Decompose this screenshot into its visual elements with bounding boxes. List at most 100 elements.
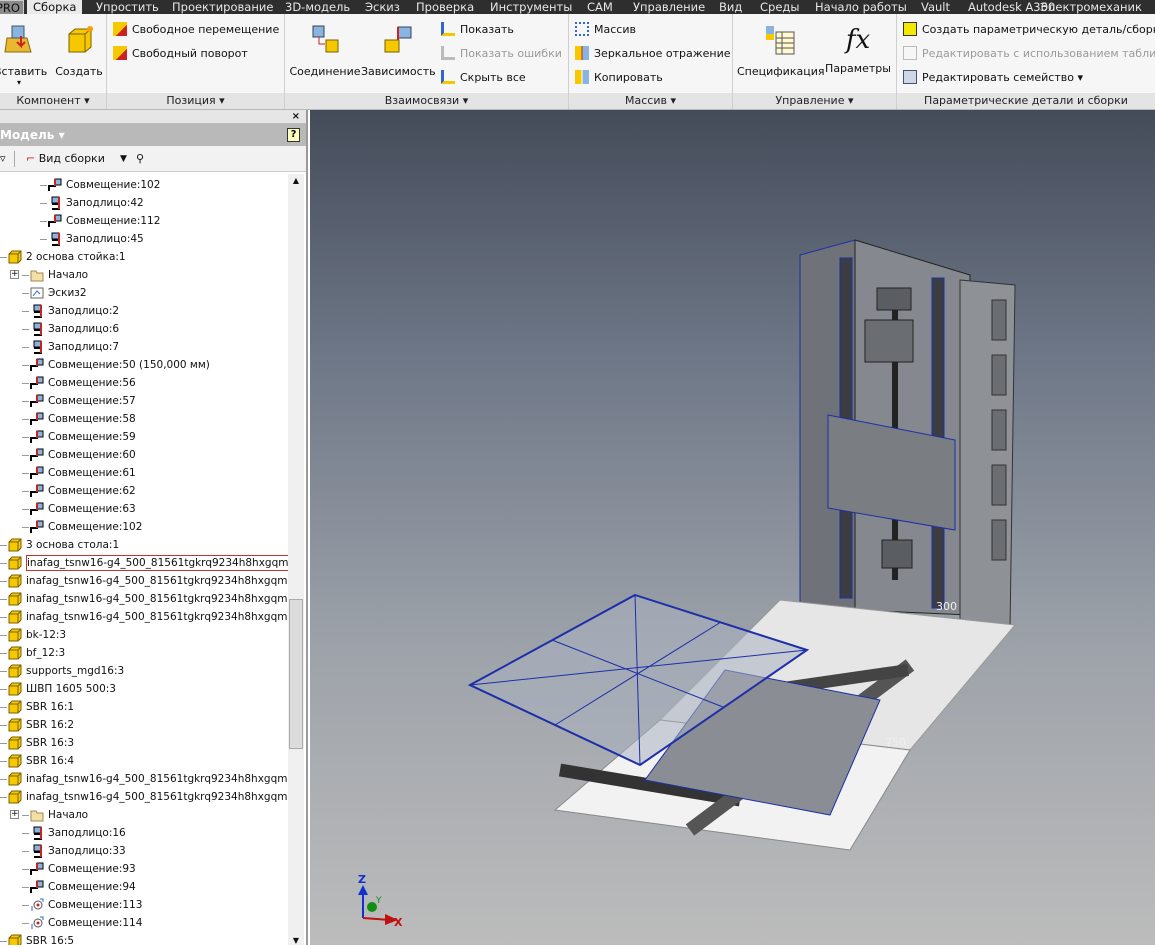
help-icon[interactable]: ? [287,128,300,142]
panel-ipart: Создать параметрическую деталь/сборку Ре… [897,14,1155,109]
tree-item-label: Совмещение:56 [48,377,136,389]
mate-icon [30,448,44,462]
create-component-icon [68,26,93,53]
tab-1[interactable]: Упростить [96,0,159,14]
dropdown-arrow-icon[interactable]: ▼ [120,146,127,172]
panel-label-ipart: Параметрические детали и сборки [897,93,1155,109]
tab-2[interactable]: Проектирование [172,0,273,14]
scroll-thumb[interactable] [289,599,303,749]
bearing-block-bottom [881,539,913,569]
create-ipart-icon [903,22,917,36]
panel-label-relations[interactable]: Взаимосвязи ▾ [285,93,568,109]
hide-all-button[interactable]: Скрыть все [441,69,526,87]
joint-icon [312,25,339,53]
mate-icon [30,358,44,372]
tab-8[interactable]: Управление [633,0,705,14]
tree-item-label: Совмещение:114 [48,917,143,929]
create-label: Создать [55,65,103,78]
free-rotate-icon [113,46,127,60]
assembly-view-dropdown[interactable]: ⌐ Вид сборки [26,146,105,172]
tree-item-label: ШВП 1605 500:3 [26,683,116,695]
expand-icon[interactable]: + [10,810,19,819]
filter-icon[interactable]: ▿ [0,146,6,172]
tree-item-label: bk-12:3 [26,629,67,641]
binoculars-icon[interactable]: ⚲ [136,146,144,172]
component-icon [8,934,22,945]
tab-9[interactable]: Вид [719,0,742,14]
tree-item-label: Начало [48,269,89,281]
mate-icon [30,520,44,534]
tab-12[interactable]: Vault [921,0,950,14]
tab-0[interactable]: Сборка [27,0,83,14]
show-errors-button[interactable]: Показать ошибки [441,45,562,63]
close-icon[interactable]: × [292,110,300,123]
assembly-model[interactable]: 300 750 Z Y X [310,110,1155,945]
tree-item-label: Совмещение:94 [48,881,136,893]
tab-5[interactable]: Проверка [416,0,474,14]
component-icon [8,772,22,786]
component-icon [8,700,22,714]
tab-10[interactable]: Среды [760,0,799,14]
browser-grip[interactable]: × [0,110,306,124]
component-icon [8,250,22,264]
dimension-750: 750 [885,736,906,749]
show-button[interactable]: Показать [441,21,514,39]
panel-label-pattern[interactable]: Массив ▾ [569,93,732,109]
app-button[interactable]: PRO [0,0,24,14]
constraint-icon [384,26,412,53]
insert-icon [30,916,44,930]
insert-icon [4,25,32,53]
tab-14[interactable]: Электромеханик [1040,0,1142,14]
edit-table-icon [903,46,917,60]
browser-title[interactable]: Модель ▾? [0,124,306,146]
tab-7[interactable]: CAM [587,0,613,14]
insert-button[interactable]: Вставить▾ [0,24,48,87]
bom-button[interactable]: Спецификация [737,24,824,78]
constraint-button[interactable]: Зависимость [361,24,436,78]
tree-item-label: Совмещение:61 [48,467,136,479]
axis-y-label: Y [375,896,382,906]
mate-icon [30,880,44,894]
component-icon [8,628,22,642]
tree-item-label: SBR 16:3 [26,737,75,749]
parameters-button[interactable]: fx Параметры [825,24,891,75]
tree-item-label: supports_mgd16:3 [26,665,125,677]
model-browser: × Модель ▾? ▿ ⌐ Вид сборки ▼ ⚲ Совмещени… [0,110,308,945]
tree-item-label: Заподлицо:45 [66,233,144,245]
view-axis-triad: Z Y X [358,873,403,929]
tree-item-label: SBR 16:1 [26,701,75,713]
pattern-button[interactable]: Массив [575,21,636,39]
tree-scrollbar[interactable]: ▲ ▼ [288,174,304,945]
mate-icon [30,484,44,498]
model-tree: Совмещение:102 Заподлицо:42 Совмещение:112… [0,174,288,945]
tree-item-label: inafag_tsnw16-g4_500_81561tgkrq9234h8hxg… [26,773,288,785]
3d-viewport[interactable]: 300 750 Z Y X [310,110,1155,945]
expand-icon[interactable]: + [10,270,19,279]
panel-label-position[interactable]: Позиция ▾ [107,93,284,109]
mate-icon [30,376,44,390]
edit-table-button[interactable]: Редактировать с использованием таблицы [903,45,1155,63]
create-button[interactable]: Создать [54,24,104,78]
joint-button[interactable]: Соединение [289,24,361,78]
create-ipart-button[interactable]: Создать параметрическую деталь/сборку [903,21,1155,39]
tree-item-label: inafag_tsnw16-g4_500_81561tgkrq9234h8hxg… [26,555,288,571]
mirror-button[interactable]: Зеркальное отражение [575,45,731,63]
panel-component: Вставить▾ Создать Компонент ▾ [0,14,107,109]
tree-item-label: Совмещение:112 [66,215,161,227]
tab-11[interactable]: Начало работы [815,0,907,14]
free-move-button[interactable]: Свободное перемещение [113,21,279,39]
panel-manage: Спецификация fx Параметры Управление ▾ [733,14,897,109]
insert-label: Вставить [0,65,48,78]
tree-item-label: Совмещение:62 [48,485,136,497]
panel-label-manage[interactable]: Управление ▾ [733,93,896,109]
panel-label-component[interactable]: Компонент ▾ [0,93,106,109]
tab-6[interactable]: Инструменты [490,0,572,14]
tree-item-label: Совмещение:93 [48,863,136,875]
edit-family-button[interactable]: Редактировать семейство ▾ [903,69,1083,87]
free-rotate-button[interactable]: Свободный поворот [113,45,248,63]
copy-button[interactable]: Копировать [575,69,663,87]
tab-3[interactable]: 3D-модель [285,0,350,14]
tab-4[interactable]: Эскиз [365,0,400,14]
tree-item-label: Заподлицо:2 [48,305,120,317]
bom-icon [766,26,795,55]
